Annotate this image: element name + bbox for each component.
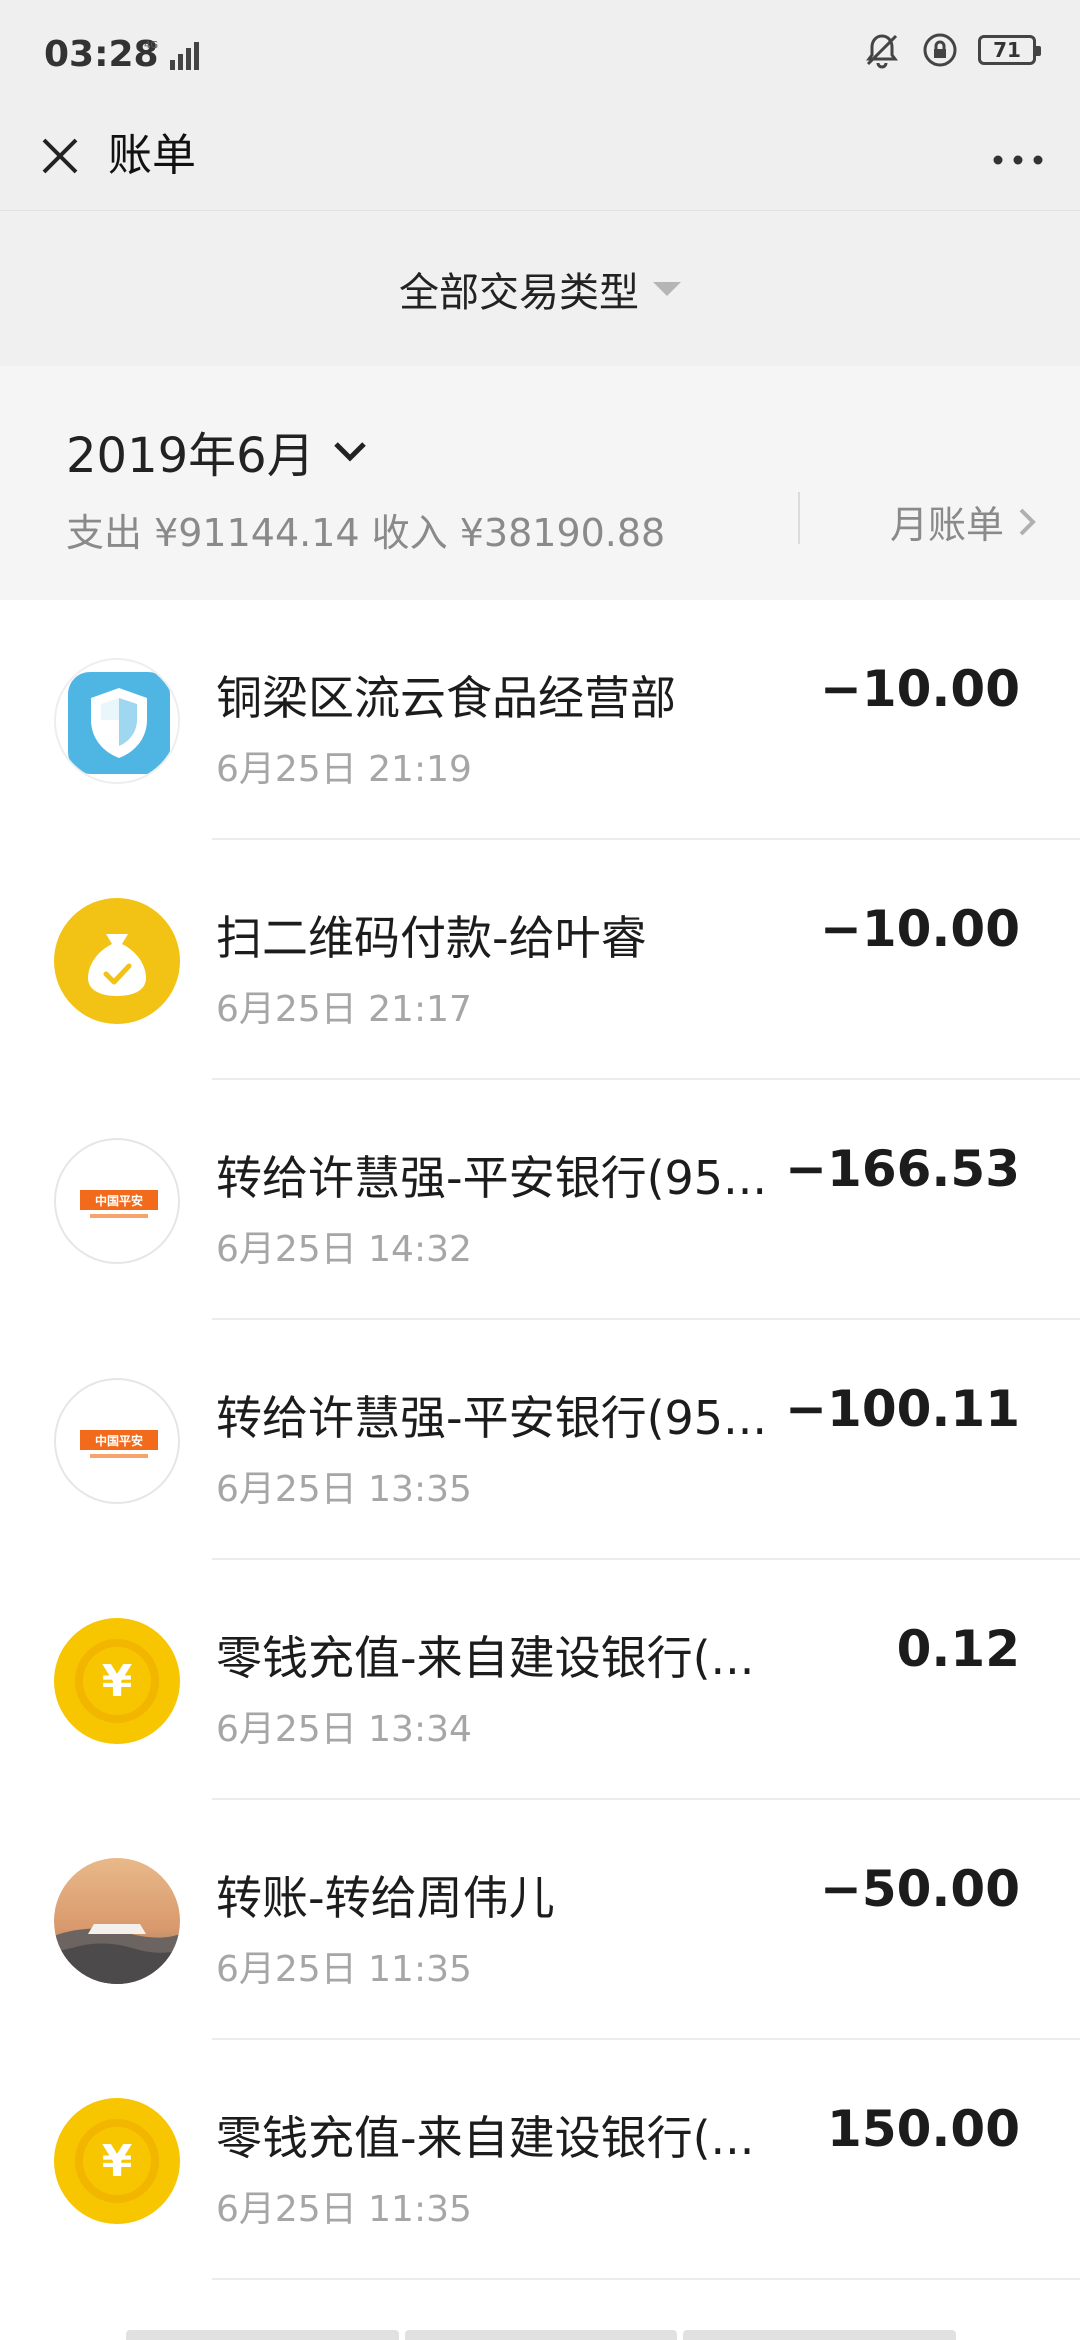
transaction-type-filter[interactable]: 全部交易类型 [0,210,1080,366]
tab-handle[interactable] [126,2330,399,2340]
transaction-title: 转给许慧强-平安银行(95... [216,1391,767,1445]
transaction-time: 6月25日 21:17 [216,989,472,1030]
transaction-time: 6月25日 11:35 [216,1949,472,1990]
transaction-amount: −166.53 [785,1140,1020,1198]
transaction-title: 铜梁区流云食品经营部 [216,671,676,725]
transaction-row[interactable]: 转账-转给周伟儿 6月25日 11:35 −50.00 [0,1800,1080,2040]
signal-icon: 4G [144,40,199,70]
month-selector[interactable]: 2019年6月 [66,416,367,486]
transaction-time: 6月25日 13:34 [216,1709,472,1750]
tab-handle[interactable] [404,2330,678,2340]
monthly-bill-link[interactable]: 月账单 [890,494,1036,549]
month-totals: 支出 ¥91144.14 收入 ¥38190.88 [66,511,666,555]
close-button[interactable] [28,124,92,188]
bank-logo-text: 中国平安 [95,1433,143,1448]
transaction-title: 零钱充值-来自建设银行(... [216,1631,755,1685]
transaction-title: 转给许慧强-平安银行(95... [216,1151,767,1205]
divider [798,492,800,544]
transaction-amount: −100.11 [785,1380,1020,1438]
transaction-amount: −50.00 [819,1860,1020,1918]
transaction-amount: 150.00 [827,2100,1020,2158]
tab-handle[interactable] [683,2330,957,2340]
monthly-bill-label: 月账单 [889,503,1004,547]
close-icon [42,138,78,174]
chevron-right-icon [1019,508,1036,535]
transaction-list: 铜梁区流云食品经营部 6月25日 21:19 −10.00 扫二维码付款-给叶睿… [0,600,1080,2280]
bell-mute-icon [866,34,898,69]
transaction-row[interactable]: ¥ 零钱充值-来自建设银行(... 6月25日 11:35 150.00 [0,2040,1080,2280]
bank-logo-text: 中国平安 [95,1193,143,1208]
page-title: 账单 [108,130,196,181]
transaction-row[interactable]: 中国平安 转给许慧强-平安银行(95... 6月25日 13:35 −100.1… [0,1320,1080,1560]
yuan-coin-icon: ¥ [54,2098,180,2224]
svg-text:¥: ¥ [102,1656,133,1707]
transaction-row[interactable]: 中国平安 转给许慧强-平安银行(95... 6月25日 14:32 −166.5… [0,1080,1080,1320]
transaction-row[interactable]: 铜梁区流云食品经营部 6月25日 21:19 −10.00 [0,600,1080,840]
more-icon [993,155,1043,165]
chevron-down-icon [333,442,366,462]
battery-icon: 71 [978,35,1041,65]
transaction-title: 转账-转给周伟儿 [216,1871,555,1925]
transaction-time: 6月25日 13:35 [216,1469,472,1510]
battery-level: 71 [993,38,1021,62]
more-button[interactable] [986,128,1050,192]
transaction-amount: −10.00 [819,900,1020,958]
bottom-tab-strip [126,2330,957,2340]
shield-icon [54,658,180,784]
row-divider [212,2278,1080,2280]
svg-text:¥: ¥ [102,2136,133,2187]
transaction-row[interactable]: ¥ 零钱充值-来自建设银行(... 6月25日 13:34 0.12 [0,1560,1080,1800]
transaction-title: 零钱充值-来自建设银行(... [216,2111,755,2165]
user-photo-avatar [54,1858,180,1984]
transaction-time: 6月25日 21:19 [216,749,472,790]
month-summary: 2019年6月 支出 ¥91144.14 收入 ¥38190.88 月账单 [0,366,1080,600]
pingan-bank-icon: 中国平安 [54,1378,180,1504]
transaction-title: 扫二维码付款-给叶睿 [216,911,647,965]
top-app-bar: 账单 [0,110,1080,210]
transaction-row[interactable]: 扫二维码付款-给叶睿 6月25日 21:17 −10.00 [0,840,1080,1080]
status-bar: 03:28 4G 71 [0,0,1080,110]
filter-label: 全部交易类型 [399,269,639,316]
transaction-time: 6月25日 11:35 [216,2189,472,2230]
rotation-lock-icon [923,33,957,67]
money-bag-icon [54,898,180,1024]
transaction-amount: −10.00 [819,660,1020,718]
transaction-amount: 0.12 [896,1620,1020,1678]
month-label: 2019年6月 [66,428,315,484]
pingan-bank-icon: 中国平安 [54,1138,180,1264]
transaction-time: 6月25日 14:32 [216,1229,472,1270]
network-label: 4G [144,40,158,51]
yuan-coin-icon: ¥ [54,1618,180,1744]
caret-down-icon [653,281,681,296]
